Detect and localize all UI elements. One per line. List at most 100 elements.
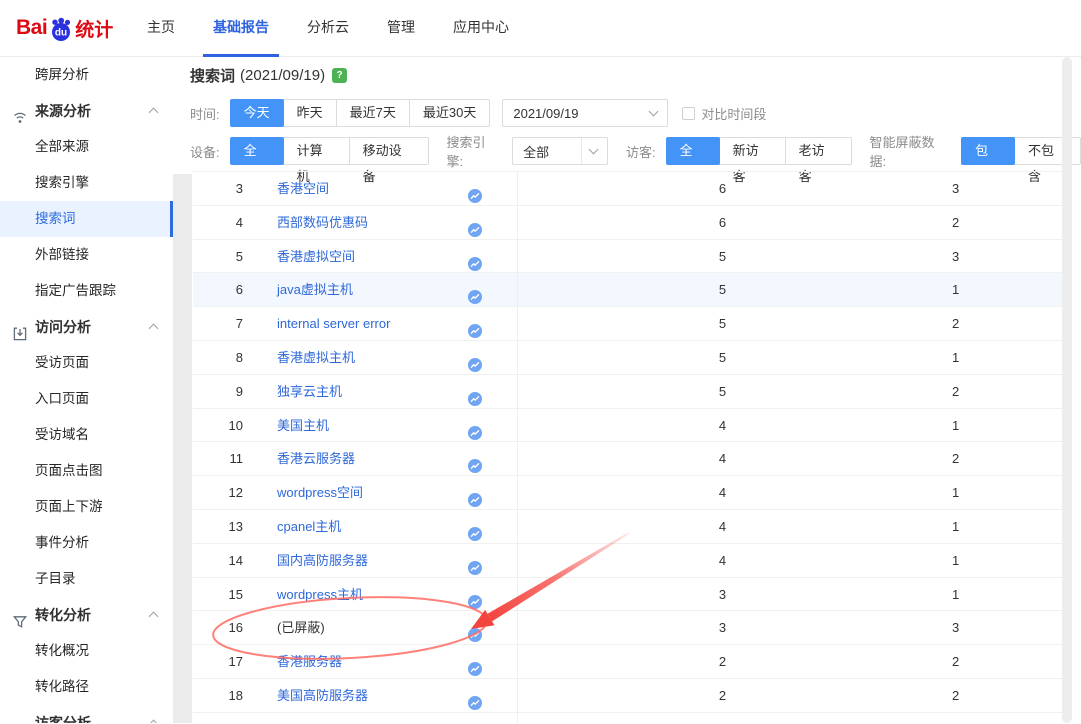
device-option-2[interactable]: 移动设备 (349, 138, 428, 164)
sidebar-item-search-terms[interactable]: 搜索词 (0, 201, 173, 237)
search-term-link[interactable]: 香港云服务器 (277, 442, 355, 476)
trend-chart-icon[interactable] (468, 452, 482, 466)
trend-chart-icon[interactable] (468, 419, 482, 433)
metric-value-2: 1 (928, 510, 1065, 543)
baidu-tongji-logo[interactable]: Bai du 统计 (0, 15, 122, 42)
table-row: 5香港虚拟空间53 (193, 240, 1065, 274)
device-option-0[interactable]: 全部 (230, 137, 284, 165)
nav-tab-app-center[interactable]: 应用中心 (443, 0, 519, 57)
sidebar-item-label: 指定广告跟踪 (35, 273, 116, 309)
device-option-1[interactable]: 计算机 (283, 138, 349, 164)
metric-value-1: 6 (517, 172, 928, 205)
device-group: 全部计算机移动设备 (230, 137, 429, 165)
trend-chart-icon[interactable] (468, 655, 482, 669)
sidebar-item-search-engines[interactable]: 搜索引擎 (0, 165, 173, 201)
baidu-paw-icon: du (48, 15, 74, 42)
sidebar-item-ad-tracking[interactable]: 指定广告跟踪 (0, 273, 173, 309)
row-rank: 9 (193, 375, 243, 409)
trend-chart-icon[interactable] (468, 588, 482, 602)
sidebar-item-visited-domains[interactable]: 受访域名 (0, 417, 173, 453)
sidebar-item-entry-pages[interactable]: 入口页面 (0, 381, 173, 417)
table-row: 17香港服务器22 (193, 645, 1065, 679)
help-icon[interactable]: ? (332, 68, 347, 83)
trend-chart-icon[interactable] (468, 317, 482, 331)
search-term-link[interactable]: java虚拟主机 (277, 273, 353, 307)
search-term-link[interactable]: 独享云主机 (277, 375, 342, 409)
time-option-1[interactable]: 昨天 (283, 100, 336, 126)
row-metrics: 62 (517, 206, 1065, 239)
sidebar-item-cross-screen-analysis[interactable]: 跨屏分析 (0, 57, 173, 93)
time-option-0[interactable]: 今天 (230, 99, 284, 127)
trend-chart-icon[interactable] (468, 385, 482, 399)
trend-chart-icon[interactable] (468, 182, 482, 196)
nav-tab-analytics-cloud[interactable]: 分析云 (297, 0, 359, 57)
nav-tab-home[interactable]: 主页 (137, 0, 185, 57)
trend-chart-icon[interactable] (468, 216, 482, 230)
sidebar-item-visitor-analysis[interactable]: 访客分析 (0, 705, 173, 723)
sidebar-item-subdirectory[interactable]: 子目录 (0, 561, 173, 597)
sidebar-item-conversion-analysis[interactable]: 转化分析 (0, 597, 173, 633)
visitor-option-0[interactable]: 全部 (666, 137, 720, 165)
sidebar-item-event-analysis[interactable]: 事件分析 (0, 525, 173, 561)
sidebar-item-conversion-overview[interactable]: 转化概况 (0, 633, 173, 669)
search-term-link[interactable]: wordpress空间 (277, 476, 363, 510)
sidebar-item-page-flow[interactable]: 页面上下游 (0, 489, 173, 525)
trend-chart-icon[interactable] (468, 486, 482, 500)
search-term-link[interactable]: 香港空间 (277, 172, 329, 206)
top-navbar: Bai du 统计 主页基础报告分析云管理应用中心 (0, 0, 1081, 57)
chevron-up-icon (149, 108, 159, 118)
sidebar-item-label: 页面上下游 (35, 489, 103, 525)
search-term-link[interactable]: wordpress主机 (277, 578, 363, 612)
visitor-analysis-icon (12, 715, 28, 723)
search-term-link[interactable]: 香港虚拟主机 (277, 341, 355, 375)
chevron-down-icon (649, 107, 659, 117)
search-term-link[interactable]: 西部数码优惠码 (277, 206, 368, 240)
sidebar-item-page-click-map[interactable]: 页面点击图 (0, 453, 173, 489)
row-metrics: 22 (517, 679, 1065, 712)
visitor-option-1[interactable]: 新访客 (719, 138, 785, 164)
search-term-link[interactable]: 香港服务器 (277, 645, 342, 679)
sidebar-item-label: 转化概况 (35, 633, 89, 669)
page-scrollbar[interactable] (1062, 57, 1072, 723)
visit-analysis-icon (12, 319, 28, 335)
trend-chart-icon[interactable] (468, 621, 482, 635)
trend-chart-icon[interactable] (468, 351, 482, 365)
trend-chart-icon[interactable] (468, 250, 482, 264)
row-metrics: 33 (517, 611, 1065, 644)
search-term-link[interactable]: 美国主机 (277, 409, 329, 443)
left-scrollbar[interactable] (173, 174, 192, 723)
sidebar-item-visited-pages[interactable]: 受访页面 (0, 345, 173, 381)
trend-chart-icon[interactable] (468, 689, 482, 703)
shield-option-0[interactable]: 包含 (961, 137, 1015, 165)
search-term-link[interactable]: 国内高防服务器 (277, 544, 368, 578)
search-engine-select[interactable]: 全部 (512, 137, 608, 165)
sidebar-item-all-sources[interactable]: 全部来源 (0, 129, 173, 165)
compare-checkbox[interactable] (682, 107, 695, 120)
logo-text-tongji: 统计 (75, 15, 113, 42)
trend-chart-icon[interactable] (468, 554, 482, 568)
trend-chart-icon[interactable] (468, 283, 482, 297)
search-term-link[interactable]: cpanel主机 (277, 510, 341, 544)
sidebar-item-label: 搜索引擎 (35, 165, 89, 201)
search-term-link[interactable]: internal server error (277, 307, 390, 341)
metric-value-1: 2 (517, 645, 928, 678)
row-rank: 16 (193, 611, 243, 645)
sidebar-item-visit-analysis[interactable]: 访问分析 (0, 309, 173, 345)
time-option-2[interactable]: 最近7天 (336, 100, 409, 126)
sidebar-item-external-links[interactable]: 外部链接 (0, 237, 173, 273)
visitor-option-2[interactable]: 老访客 (785, 138, 851, 164)
report-header: 搜索词 (2021/09/19) ? (190, 64, 347, 86)
search-term-link[interactable]: 香港虚拟空间 (277, 240, 355, 274)
sidebar-item-source-analysis[interactable]: 来源分析 (0, 93, 173, 129)
sidebar-item-label: 受访页面 (35, 345, 89, 381)
date-picker[interactable]: 2021/09/19 (502, 99, 668, 127)
time-option-3[interactable]: 最近30天 (409, 100, 489, 126)
nav-tab-basic-report[interactable]: 基础报告 (203, 0, 279, 57)
metric-value-2: 3 (928, 240, 1065, 273)
trend-chart-icon[interactable] (468, 520, 482, 534)
sidebar-item-conversion-path[interactable]: 转化路径 (0, 669, 173, 705)
nav-tab-management[interactable]: 管理 (377, 0, 425, 57)
visitor-filter-label: 访客: (626, 142, 656, 161)
metric-value-1: 5 (517, 240, 928, 273)
search-term-link[interactable]: 美国高防服务器 (277, 679, 368, 713)
